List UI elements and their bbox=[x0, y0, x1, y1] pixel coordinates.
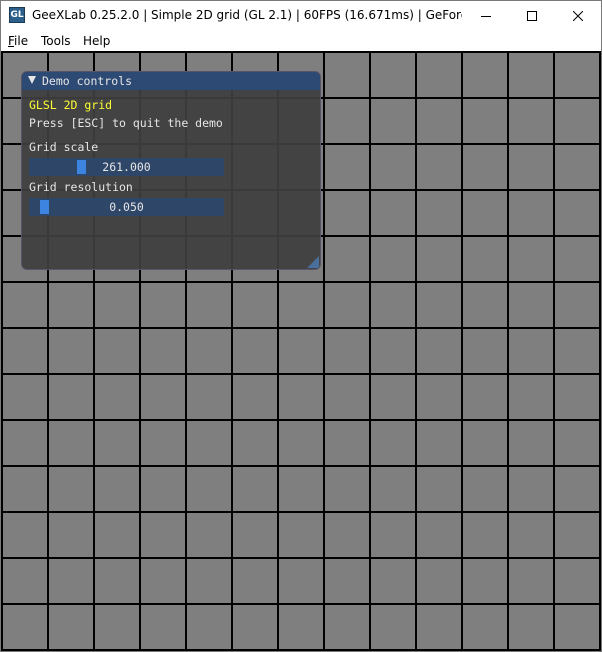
minimize-button[interactable] bbox=[463, 1, 509, 31]
menu-tools[interactable]: Tools bbox=[41, 34, 71, 48]
menu-file[interactable]: File bbox=[8, 34, 28, 48]
panel-title: Demo controls bbox=[42, 74, 133, 88]
grid-resolution-label: Grid resolution bbox=[29, 180, 133, 194]
demo-title: GLSL 2D grid bbox=[29, 98, 113, 112]
resize-grip-icon[interactable] bbox=[307, 256, 319, 268]
menu-bar: File Tools Help bbox=[1, 31, 601, 51]
maximize-icon bbox=[527, 11, 537, 21]
grid-resolution-value: 0.050 bbox=[109, 200, 144, 214]
grid-scale-label: Grid scale bbox=[29, 140, 99, 154]
grid-scale-slider[interactable]: 261.000 bbox=[29, 158, 224, 176]
title-bar[interactable]: GL GeeXLab 0.25.2.0 | Simple 2D grid (GL… bbox=[1, 1, 601, 31]
grid-scale-value: 261.000 bbox=[102, 160, 151, 174]
grid-resolution-slider[interactable]: 0.050 bbox=[29, 198, 224, 216]
panel-header[interactable]: Demo controls bbox=[22, 72, 320, 90]
demo-controls-panel[interactable]: Demo controls GLSL 2D grid Press [ESC] t… bbox=[21, 71, 321, 270]
app-icon[interactable]: GL bbox=[9, 7, 25, 23]
minimize-icon bbox=[481, 16, 491, 17]
help-text: Press [ESC] to quit the demo bbox=[29, 116, 223, 130]
collapse-arrow-icon[interactable] bbox=[28, 76, 36, 84]
close-icon bbox=[573, 11, 583, 21]
window-title: GeeXLab 0.25.2.0 | Simple 2D grid (GL 2.… bbox=[32, 8, 462, 22]
menu-help[interactable]: Help bbox=[83, 34, 110, 48]
maximize-button[interactable] bbox=[509, 1, 555, 31]
close-button[interactable] bbox=[555, 1, 601, 31]
